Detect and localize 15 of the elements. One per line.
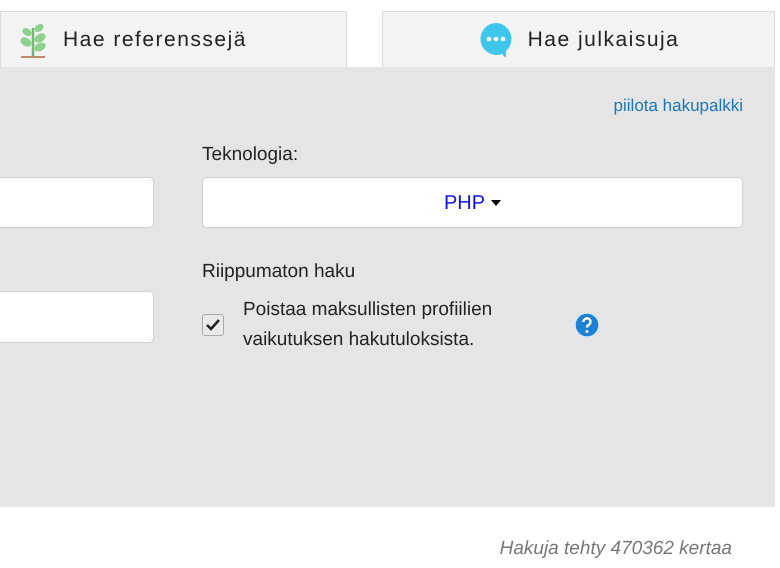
speech-bubble-icon	[478, 20, 514, 58]
technology-dropdown[interactable]: PHP	[202, 177, 743, 228]
help-icon[interactable]	[574, 312, 600, 338]
hide-search-bar-link[interactable]: piilota hakupalkki	[614, 93, 743, 118]
field-label: Teknologia:	[202, 143, 300, 167]
checkmark-icon	[206, 318, 220, 330]
checkbox-label: Poistaa maksullisten profiilien vaikutuksen hakutuloksista.	[243, 298, 494, 352]
caret-icon	[491, 200, 502, 206]
search-count-text: Hakuja tehty 470362 kertaa	[500, 538, 732, 559]
text-field[interactable]	[0, 291, 154, 343]
checkbox[interactable]	[202, 314, 224, 336]
tab[interactable]: Hae referenssejä	[0, 11, 347, 67]
text-field[interactable]	[0, 177, 154, 228]
tab[interactable]: Hae julkaisuja	[382, 11, 775, 67]
section-label: Riippumaton haku	[202, 260, 356, 284]
